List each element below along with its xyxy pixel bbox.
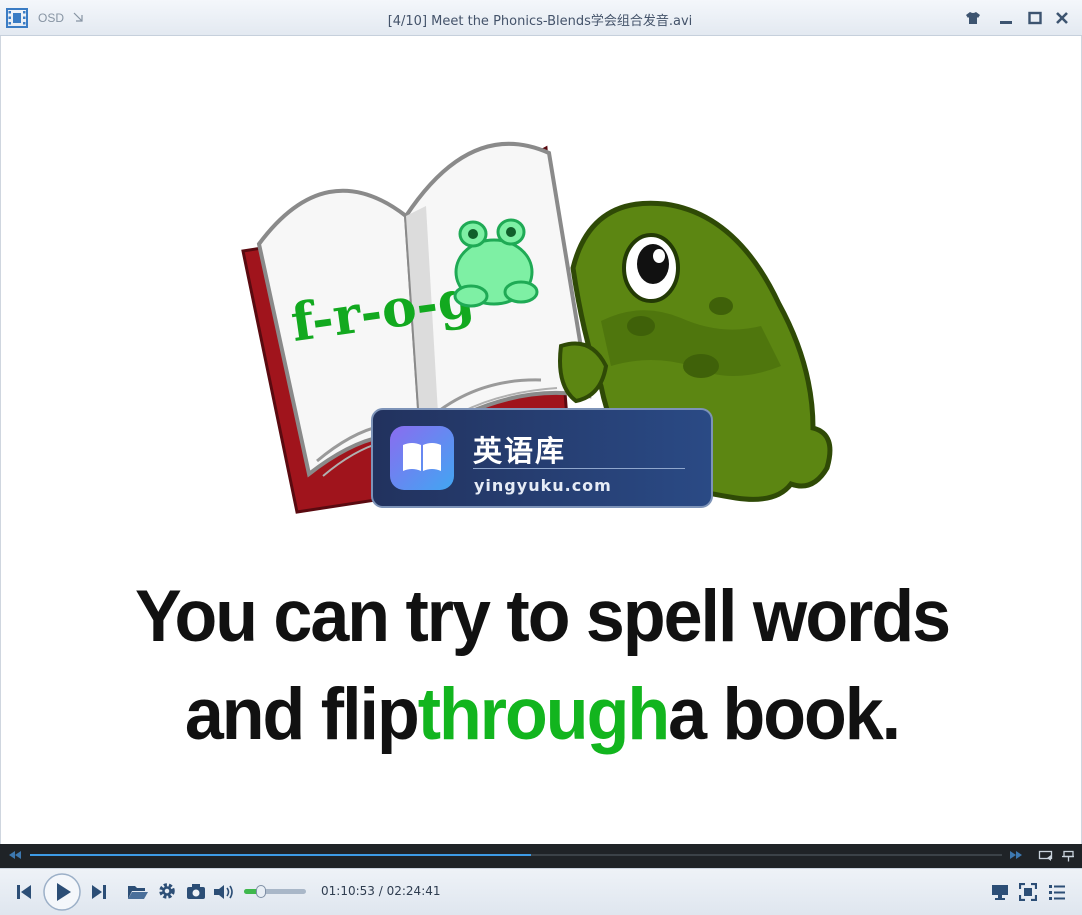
watermark-badge: 英语库 yingyuku.com <box>371 408 713 508</box>
watermark-title: 英语库 <box>473 434 567 468</box>
forward-step-icon[interactable] <box>1009 850 1023 860</box>
time-separator: / <box>378 884 383 898</box>
book-logo-icon <box>390 426 454 490</box>
fullscreen-icon[interactable] <box>1019 883 1037 901</box>
next-icon[interactable] <box>91 883 107 901</box>
maximize-icon[interactable] <box>1027 10 1043 26</box>
rewind-step-icon[interactable] <box>8 850 22 860</box>
title-bar: OSD [4/10] Meet the Phonics-Blends学会组合发音… <box>0 0 1082 36</box>
skin-shirt-icon[interactable] <box>965 10 981 26</box>
current-time: 01:10:53 <box>321 884 375 898</box>
volume-icon[interactable] <box>213 883 235 901</box>
subtitle-line-2: and flipthrougha book. <box>1 672 1081 756</box>
playlist-icon[interactable] <box>1048 883 1066 901</box>
video-area[interactable]: f-r-o-g 英语库 yingyuku.com You can try to … <box>0 36 1082 844</box>
minimize-icon[interactable] <box>998 10 1014 26</box>
time-display: 01:10:53 / 02:24:41 <box>321 884 441 898</box>
screenshot-camera-icon[interactable] <box>186 883 206 901</box>
subtitle-line-2-end: a book. <box>668 673 901 755</box>
seek-progress-fill <box>30 854 531 856</box>
window-title: [4/10] Meet the Phonics-Blends学会组合发音.avi <box>387 14 693 29</box>
settings-gear-icon[interactable] <box>158 882 176 900</box>
subtitle-line-1: You can try to spell words <box>134 575 951 657</box>
subtitle-line-2-start: and flip <box>184 673 420 755</box>
previous-icon[interactable] <box>16 883 32 901</box>
subtitle-highlight-word: through <box>417 673 670 755</box>
open-folder-icon[interactable] <box>127 883 149 901</box>
pin-arrow-icon[interactable] <box>72 11 84 23</box>
seek-bar <box>0 844 1082 868</box>
repeat-icon[interactable] <box>1038 850 1054 862</box>
watermark-divider <box>473 468 685 469</box>
pin-on-top-icon[interactable] <box>1061 850 1075 862</box>
total-time: 02:24:41 <box>386 884 441 898</box>
close-icon[interactable] <box>1054 10 1070 26</box>
watermark-url: yingyuku.com <box>474 476 612 495</box>
osd-label[interactable]: OSD <box>38 11 64 25</box>
volume-slider-handle[interactable] <box>256 885 267 898</box>
seek-track[interactable] <box>30 854 1002 856</box>
volume-slider[interactable] <box>244 885 306 898</box>
play-button[interactable] <box>42 872 82 912</box>
display-monitor-icon[interactable] <box>991 883 1009 901</box>
control-bar: 01:10:53 / 02:24:41 <box>0 868 1082 915</box>
film-strip-icon[interactable] <box>6 8 28 28</box>
